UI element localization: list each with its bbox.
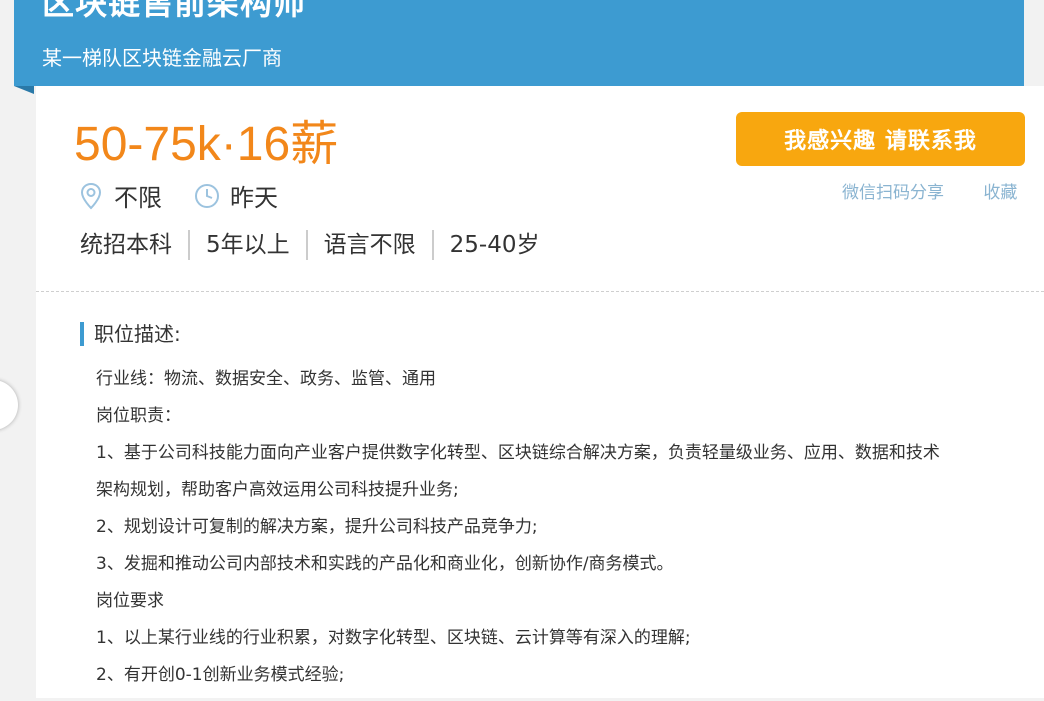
floating-side-button[interactable]: [0, 380, 18, 430]
description-title: 职位描述:: [80, 322, 181, 346]
job-detail-card: 50-75k·16薪 不限 昨天 统招本科 5年以上 语言不限 25-40岁 我…: [36, 86, 1044, 698]
description-line: 2、规划设计可复制的解决方案，提升公司科技产品竞争力;: [96, 517, 538, 537]
page-gutter: [0, 0, 14, 698]
description-line: 岗位要求: [96, 591, 164, 611]
tag-language: 语言不限: [305, 230, 432, 260]
clock-icon: [192, 181, 222, 211]
job-header: 区块链售前架构师 某一梯队区块链金融云厂商: [14, 0, 1024, 86]
company-name[interactable]: 某一梯队区块链金融云厂商: [42, 42, 282, 71]
description-line: 行业线：物流、数据安全、政务、监管、通用: [96, 369, 436, 389]
location-info: 不限: [76, 178, 162, 213]
description-line: 1、以上某行业线的行业积累，对数字化转型、区块链、云计算等有深入的理解;: [96, 628, 691, 648]
tag-education: 统招本科: [80, 232, 172, 258]
description-line: 岗位职责：: [96, 406, 181, 426]
header-ribbon-fold: [14, 86, 34, 94]
tag-experience: 5年以上: [188, 230, 306, 260]
job-title: 区块链售前架构师: [42, 0, 307, 22]
description-line: 3、发掘和推动公司内部技术和实践的产品化和商业化，创新协作/商务模式。: [96, 554, 674, 574]
wechat-share-link[interactable]: 微信扫码分享: [842, 183, 944, 203]
location-text: 不限: [114, 184, 162, 212]
section-divider: [36, 291, 1044, 292]
salary: 50-75k·16薪: [74, 118, 339, 171]
favorite-link[interactable]: 收藏: [983, 183, 1017, 203]
job-requirements-tags: 统招本科 5年以上 语言不限 25-40岁: [80, 230, 555, 260]
location-pin-icon: [76, 181, 106, 211]
description-line: 1、基于公司科技能力面向产业客户提供数字化转型、区块链综合解决方案，负责轻量级业…: [96, 443, 940, 463]
tag-age: 25-40岁: [431, 230, 556, 260]
interest-contact-button[interactable]: 我感兴趣 请联系我: [736, 112, 1025, 166]
share-links: 微信扫码分享 收藏: [842, 178, 1017, 203]
job-meta: 不限 昨天: [76, 178, 308, 213]
posted-info: 昨天: [192, 178, 278, 213]
description-line: 2、有开创0-1创新业务模式经验;: [96, 665, 345, 685]
description-line: 架构规划，帮助客户高效运用公司科技提升业务;: [96, 480, 459, 500]
posted-text: 昨天: [230, 184, 278, 212]
job-description: 行业线：物流、数据安全、政务、监管、通用 岗位职责： 1、基于公司科技能力面向产…: [96, 368, 1006, 701]
